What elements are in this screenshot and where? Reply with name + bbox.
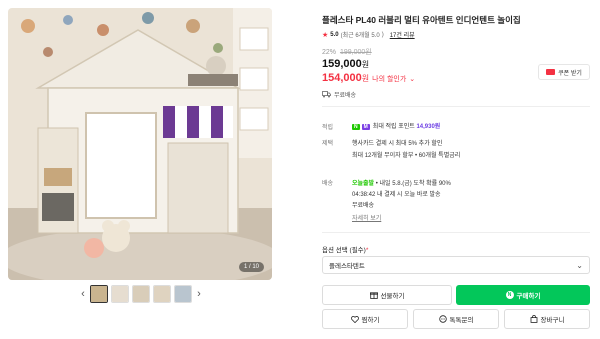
wish-label: 찜하기 [361, 317, 380, 324]
delivery-eta: • 내일 5.8.(금) 도착 확률 90% [375, 181, 451, 187]
card-benefit-line1[interactable]: 행사카드 결제 시 최대 5% 추가 할인 [352, 138, 442, 147]
naver-badge-icon: N [352, 124, 360, 130]
thumbnail-fill [133, 286, 149, 302]
star-icon: ★ [322, 31, 329, 39]
talk-label: 톡톡문의 [449, 317, 474, 324]
thumbnail-fill [154, 286, 170, 302]
shopping-bag-icon [530, 315, 537, 323]
npay-icon: N [505, 291, 514, 299]
point-value-row[interactable]: N M 최대 적립 포인트 14,930원 [352, 121, 440, 130]
buy-label: 구매하기 [516, 293, 541, 300]
product-main-image[interactable]: 1 / 10 [8, 8, 272, 280]
coupon-button[interactable]: 쿠폰 받기 [538, 64, 590, 80]
truck-icon [322, 91, 331, 98]
talk-inquiry-button[interactable]: 톡톡문의 [413, 309, 499, 329]
heart-icon [350, 315, 359, 323]
point-text: 최대 적립 포인트 [372, 124, 415, 130]
detail-link[interactable]: 자세히 보기 [352, 213, 381, 222]
rating-close-paren: ) [381, 31, 384, 38]
required-mark: * [365, 247, 369, 254]
my-price-row[interactable]: 154,000원 나의 할인가 ⌄ [322, 72, 415, 84]
card-label: 제택 [322, 141, 334, 147]
option-selected-value: 플레스타텐트 [329, 263, 365, 270]
sale-price-unit: 원 [361, 60, 370, 69]
thumbnail[interactable] [153, 285, 171, 303]
my-price-label: 나의 할인가 [372, 76, 407, 83]
thumbnail[interactable] [111, 285, 129, 303]
gift-label: 선물하기 [380, 293, 405, 300]
chevron-down-icon: ⌄ [576, 260, 583, 270]
rating-value: 5.0 [330, 31, 339, 38]
delivery-line2: 04:38:42 내 결제 시 오늘 바로 발송 [352, 189, 441, 198]
shipping-text: 무료배송 [334, 93, 357, 99]
rating-row: ★ 5.0 (최근 6개월 5.0 ) 17건 리뷰 [322, 30, 415, 40]
today-dispatch: 오늘출발 [352, 181, 375, 187]
point-label: 적립 [322, 125, 334, 131]
product-photo-illustration [8, 8, 272, 280]
point-value: 14,930원 [416, 124, 441, 130]
image-counter: 1 / 10 [238, 262, 264, 272]
gallery-next-arrow[interactable]: › [194, 288, 204, 300]
delivery-line3: 무료배송 [352, 203, 375, 209]
product-info-panel: 플레스타 PL40 러블리 멀티 유아텐트 인디언텐트 놀이집 ★ 5.0 (최… [322, 0, 590, 339]
rating-note: (최근 6개월 5.0 [340, 33, 380, 39]
chevron-down-icon: ⌄ [409, 76, 416, 83]
thumbnail-strip [90, 284, 200, 304]
membership-badge-icon: M [361, 124, 370, 130]
cart-label: 장바구니 [540, 317, 565, 324]
my-price: 154,000원 [322, 72, 369, 84]
gift-icon [369, 292, 378, 299]
product-title: 플레스타 PL40 러블리 멀티 유아텐트 인디언텐트 놀이집 [322, 15, 521, 25]
coupon-label: 쿠폰 받기 [558, 70, 582, 77]
gift-button[interactable]: 선물하기 [322, 285, 452, 305]
thumbnail-fill [175, 286, 191, 302]
original-price: 199,000원 [339, 49, 372, 56]
delivery-line1: 오늘출발 • 내일 5.8.(금) 도착 확률 90% [352, 178, 451, 187]
my-price-unit: 원 [361, 74, 370, 83]
thumbnail[interactable] [90, 285, 108, 303]
thumbnail[interactable] [174, 285, 192, 303]
card-benefit-line2[interactable]: 최대 12개월 무이자 할부 • 60개월 특별금리 [352, 150, 460, 159]
chat-icon [438, 315, 447, 323]
thumbnail-fill [112, 286, 128, 302]
thumbnail-fill [91, 286, 107, 302]
delivery-note: 내 결제 시 오늘 바로 발송 [377, 192, 441, 198]
option-label-text: 옵션 선택 (필수) [322, 247, 366, 254]
option-select[interactable]: 플레스타텐트 ⌄ [322, 256, 590, 274]
my-price-value: 154,000 [322, 72, 362, 84]
divider [322, 232, 590, 233]
option-label: 옵션 선택 (필수)* [322, 244, 368, 254]
thumbnail[interactable] [132, 285, 150, 303]
discount-rate: 22% [322, 49, 337, 56]
sale-price: 159,000원 [322, 58, 369, 70]
delivery-countdown: 04:38:42 [352, 192, 376, 198]
shipping-row: 무료배송 [322, 90, 356, 99]
review-link[interactable]: 17건 리뷰 [390, 30, 415, 39]
wish-button[interactable]: 찜하기 [322, 309, 408, 329]
delivery-label: 배송 [322, 181, 334, 187]
coupon-icon [546, 69, 556, 75]
original-price-row: 22% 199,000원 [322, 47, 372, 57]
gallery-prev-arrow[interactable]: ‹ [78, 288, 88, 300]
cart-button[interactable]: 장바구니 [504, 309, 590, 329]
buy-button[interactable]: N 구매하기 [456, 285, 590, 305]
divider [322, 106, 590, 107]
sale-price-value: 159,000 [322, 58, 362, 70]
